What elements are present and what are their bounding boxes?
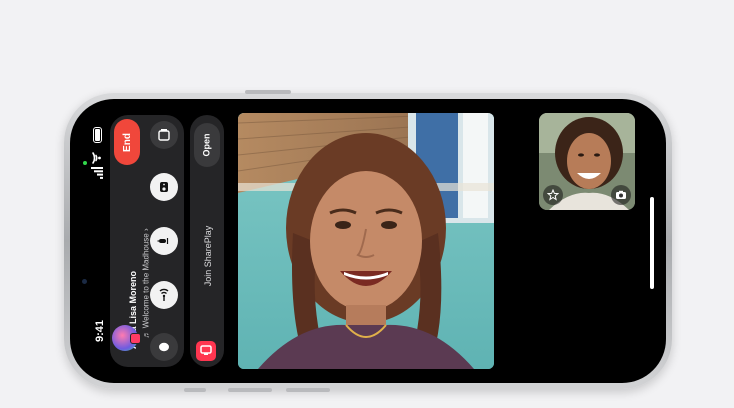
shareplay-button[interactable] xyxy=(150,121,178,149)
music-note-icon xyxy=(200,345,212,355)
join-shareplay-label: Join SharePlay xyxy=(203,225,213,287)
music-app-badge-icon xyxy=(130,333,141,344)
camera-icon xyxy=(159,288,169,301)
self-view-video[interactable] xyxy=(539,113,635,210)
flip-camera-button[interactable] xyxy=(611,185,631,205)
microphone-icon xyxy=(157,238,169,244)
home-indicator[interactable] xyxy=(650,197,654,289)
message-icon xyxy=(159,342,169,352)
cellular-signal-icon xyxy=(91,167,103,179)
mute-button[interactable] xyxy=(150,227,178,255)
camera-in-use-indicator xyxy=(83,161,87,165)
speaker-icon xyxy=(160,182,168,192)
wifi-icon xyxy=(92,152,101,164)
now-playing-subtitle[interactable]: ♬ Welcome to the Madhouse › xyxy=(142,228,151,338)
shareplay-icon xyxy=(158,129,170,141)
end-call-label: End xyxy=(121,132,133,152)
mute-switch xyxy=(184,388,206,392)
phone-screen: 9:41 End Anna Lisa Moreno ♬ Welcome to t… xyxy=(70,99,666,383)
shareplay-panel: Open Join SharePlay xyxy=(190,115,224,367)
volume-down-button xyxy=(286,388,330,392)
camera-button[interactable] xyxy=(150,281,178,309)
camera-flip-icon xyxy=(616,190,626,199)
volume-up-button xyxy=(228,388,272,392)
facetime-call-screen: 9:41 End Anna Lisa Moreno ♬ Welcome to t… xyxy=(0,0,734,408)
music-app-icon xyxy=(196,341,216,361)
side-button xyxy=(245,90,291,94)
open-button-label: Open xyxy=(201,133,212,157)
status-time: 9:41 xyxy=(94,319,106,343)
open-button[interactable]: Open xyxy=(194,123,220,167)
remote-participant-image xyxy=(238,113,494,369)
remote-participant-video[interactable] xyxy=(238,113,494,369)
effects-button[interactable] xyxy=(543,185,563,205)
front-camera xyxy=(82,279,87,284)
effects-star-icon xyxy=(547,189,559,201)
battery-icon xyxy=(93,127,102,143)
end-call-button[interactable]: End xyxy=(114,119,140,165)
message-button[interactable] xyxy=(150,333,178,361)
speaker-button[interactable] xyxy=(150,173,178,201)
